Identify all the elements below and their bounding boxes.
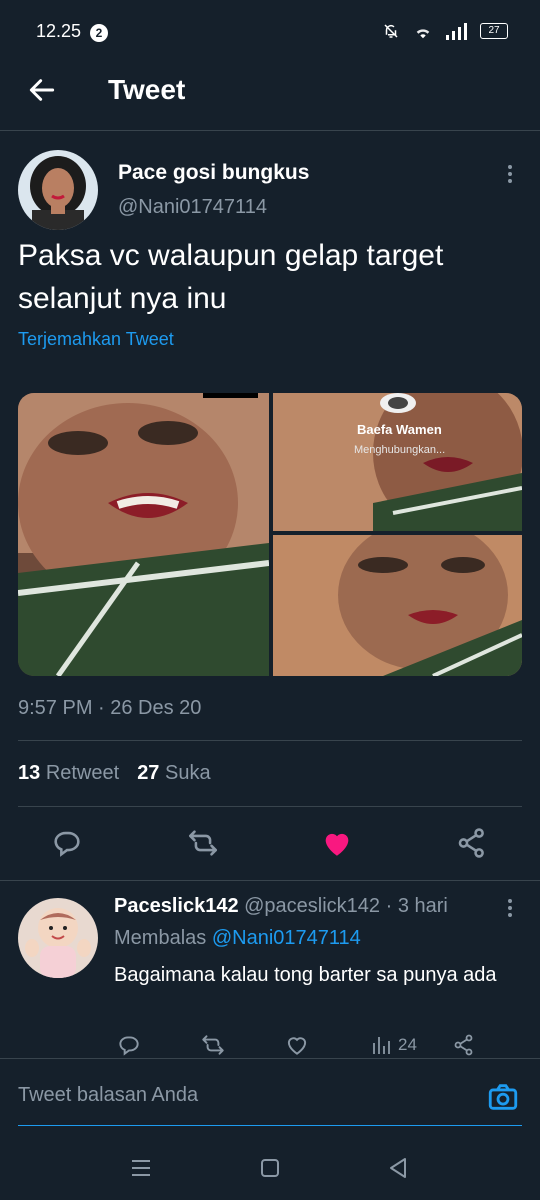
reply-views-count: 24 <box>398 1035 417 1054</box>
share-icon <box>454 1034 473 1056</box>
mute-bell-icon <box>384 24 398 38</box>
more-vertical-icon <box>508 899 512 917</box>
home-button[interactable] <box>259 1157 281 1184</box>
reply-compose-input[interactable]: Tweet balasan Anda <box>18 1084 198 1107</box>
share-button[interactable] <box>455 826 489 860</box>
replying-to-handle[interactable]: @Nani01747114 <box>212 927 361 949</box>
reply-time: · 3 hari <box>385 895 448 917</box>
reply-author-handle[interactable]: @paceslick142 <box>244 895 380 917</box>
page-title: Tweet <box>108 74 186 105</box>
call-contact-name: Baefa Wamen <box>357 422 442 437</box>
more-vertical-icon <box>508 165 512 183</box>
replying-to: Membalas @Nani01747114 <box>114 927 361 950</box>
header-divider <box>0 130 540 131</box>
system-nav-bar <box>0 1138 540 1200</box>
system-back-button[interactable] <box>387 1156 409 1185</box>
author-handle[interactable]: @Nani01747114 <box>118 196 267 219</box>
author-name[interactable]: Pace gosi bungkus <box>118 161 309 185</box>
more-options-button[interactable] <box>498 162 522 186</box>
like-button[interactable] <box>320 826 354 860</box>
compose-underline <box>18 1125 522 1126</box>
reply-views[interactable]: 24 <box>370 1032 417 1058</box>
back-arrow-icon <box>29 79 55 101</box>
reply-author-name[interactable]: Paceslick142 <box>114 895 239 917</box>
analytics-icon <box>373 1037 390 1054</box>
heart-outline-icon <box>287 1037 307 1055</box>
call-status: Menghubungkan... <box>354 444 446 456</box>
media-photo-3[interactable] <box>273 520 522 676</box>
tweet-stats: 13 Retweet 27 Suka <box>18 762 211 785</box>
tweet-media-grid[interactable]: Baefa Wamen Menghubungkan... <box>18 393 522 676</box>
stats-top-divider <box>18 740 522 741</box>
tweet-bottom-divider <box>0 880 540 881</box>
home-square-icon <box>261 1159 279 1177</box>
heart-filled-icon <box>325 833 349 856</box>
share-icon <box>458 828 484 858</box>
reply-author-avatar[interactable] <box>18 898 98 978</box>
reply-share-button[interactable] <box>452 1032 476 1058</box>
tweet-timestamp[interactable]: 9:57 PM · 26 Des 20 <box>18 697 201 720</box>
status-time: 12.25 <box>36 21 82 41</box>
back-button[interactable] <box>26 74 58 106</box>
stats-bottom-divider <box>18 806 522 807</box>
reply-retweet-button[interactable] <box>200 1032 226 1058</box>
replying-prefix: Membalas <box>114 927 207 949</box>
reply-text: Bagaimana kalau tong barter sa punya ada <box>114 964 497 986</box>
reply-button[interactable] <box>50 826 84 860</box>
author-avatar[interactable] <box>18 150 98 230</box>
signal-icon <box>446 23 467 40</box>
retweet-icon <box>188 830 218 856</box>
camera-icon <box>488 1084 518 1110</box>
like-stat[interactable]: 27 Suka <box>137 762 210 785</box>
retweet-button[interactable] <box>186 826 220 860</box>
tweet-text: Paksa vc walaupun gelap target selanjut … <box>18 239 444 315</box>
compose-top-divider <box>0 1058 540 1059</box>
media-photo-2[interactable]: Baefa Wamen Menghubungkan... <box>273 393 522 531</box>
translate-tweet-link[interactable]: Terjemahkan Tweet <box>18 329 174 350</box>
reply-author-line: Paceslick142 @paceslick142 · 3 hari <box>114 895 448 918</box>
retweet-count: 13 <box>18 762 41 784</box>
reply-icon <box>119 1036 139 1056</box>
wifi-icon <box>416 29 430 39</box>
back-triangle-icon <box>390 1158 406 1178</box>
reply-more-options-button[interactable] <box>498 896 522 920</box>
notification-count-badge: 2 <box>90 24 108 42</box>
retweet-stat-label: Retweet <box>45 762 120 784</box>
reply-icon <box>54 831 80 857</box>
recents-button[interactable] <box>130 1158 152 1183</box>
camera-button[interactable] <box>486 1080 520 1114</box>
retweet-stat[interactable]: 13 Retweet <box>18 762 119 785</box>
reply-reply-button[interactable] <box>116 1032 142 1058</box>
menu-lines-icon <box>132 1160 150 1176</box>
battery-level: 27 <box>488 25 500 36</box>
status-icons: 27 <box>382 22 508 40</box>
like-stat-label: Suka <box>165 762 211 784</box>
reply-like-button[interactable] <box>284 1032 310 1058</box>
media-photo-1[interactable] <box>18 393 270 676</box>
retweet-icon <box>202 1035 224 1055</box>
like-count: 27 <box>137 762 160 784</box>
battery-icon: 27 <box>480 23 508 39</box>
tweet-actions <box>0 826 540 866</box>
